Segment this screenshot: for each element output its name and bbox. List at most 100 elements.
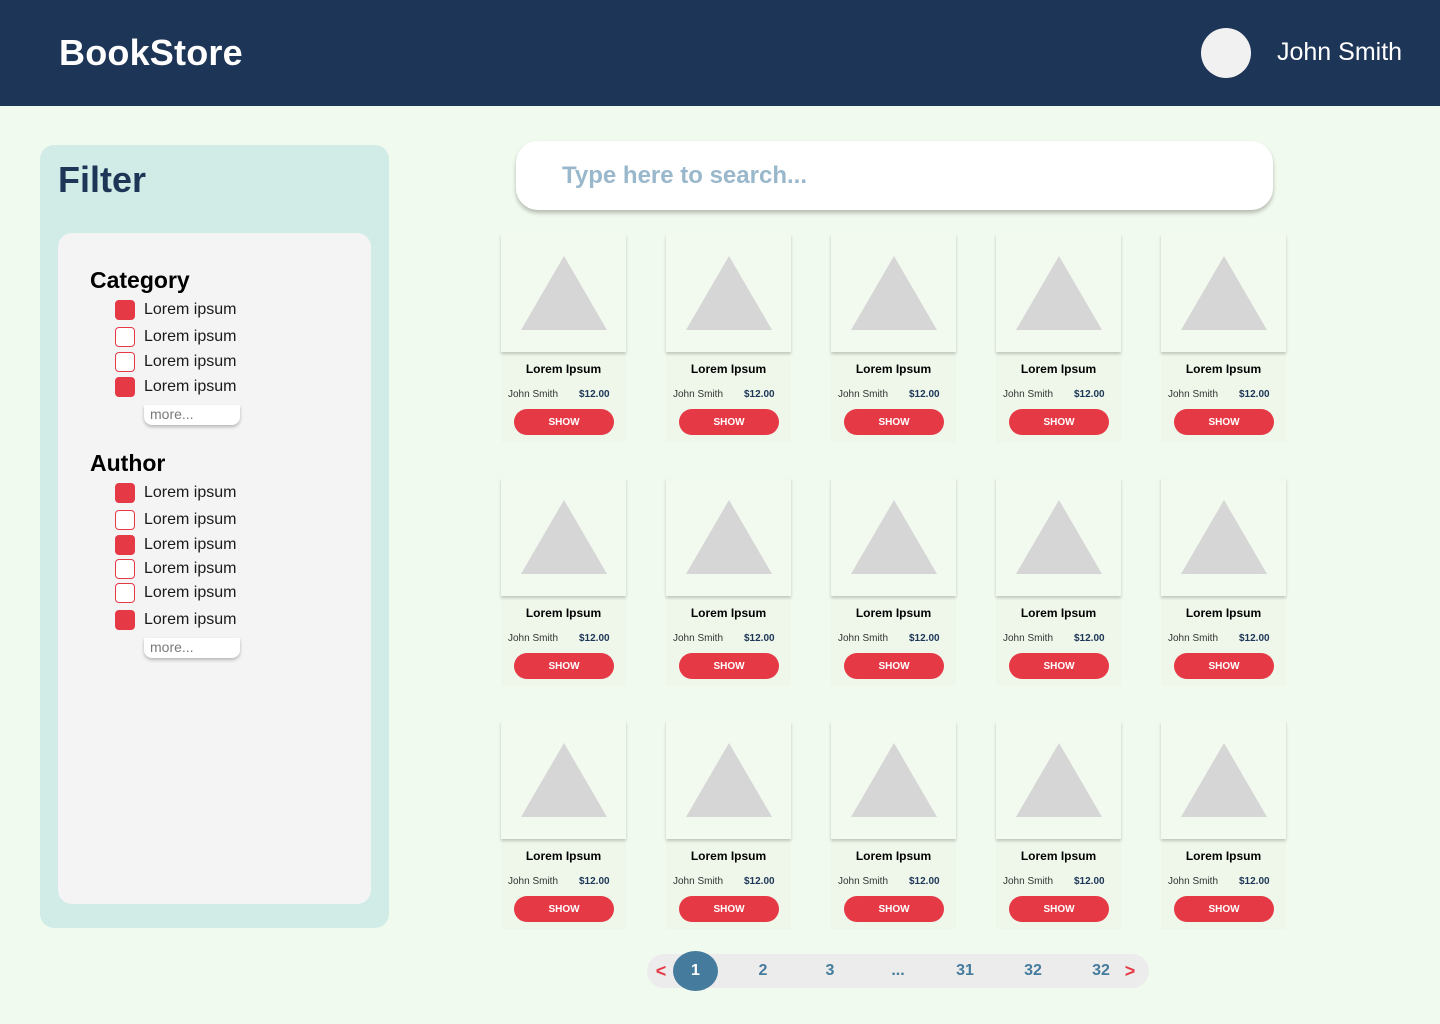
product-title: Lorem Ipsum [690, 362, 767, 376]
pagination: < 1 2 3 ... 31 32 32 > [647, 951, 1149, 991]
product-image [1161, 234, 1286, 352]
page-button[interactable]: 32 [1018, 954, 1048, 988]
product-price: $12.00 [1239, 633, 1270, 644]
product-image [666, 478, 791, 596]
image-placeholder-icon [1180, 500, 1267, 574]
author-more-button[interactable]: more... [144, 638, 240, 658]
show-button[interactable]: SHOW [514, 409, 614, 435]
product-author: John Smith [838, 876, 889, 887]
author-option[interactable]: Lorem ipsum [115, 510, 236, 530]
product-image [831, 478, 956, 596]
product-image [501, 721, 626, 839]
product-price: $12.00 [744, 876, 775, 887]
product-author: John Smith [1003, 876, 1054, 887]
image-placeholder-icon [520, 256, 607, 330]
author-option-label: Lorem ipsum [144, 611, 237, 628]
page-button[interactable]: 2 [751, 954, 775, 988]
show-button[interactable]: SHOW [514, 896, 614, 922]
page-button[interactable]: 32 [1086, 954, 1116, 988]
image-placeholder-icon [1015, 743, 1102, 817]
product-title: Lorem Ipsum [1020, 362, 1097, 376]
category-option[interactable]: Lorem ipsum [115, 327, 236, 347]
author-option[interactable]: Lorem ipsum [115, 583, 236, 603]
author-option[interactable]: Lorem ipsum [115, 535, 236, 555]
product-author: John Smith [1168, 876, 1219, 887]
category-checkbox[interactable] [115, 377, 135, 397]
product-image [666, 721, 791, 839]
show-button[interactable]: SHOW [679, 653, 779, 679]
product-card: Lorem Ipsum John Smith $12.00 SHOW [1161, 478, 1286, 686]
image-placeholder-icon [1015, 256, 1102, 330]
show-button[interactable]: SHOW [514, 653, 614, 679]
top-bar: BookStore John Smith [0, 0, 1440, 106]
show-button[interactable]: SHOW [1009, 409, 1109, 435]
show-button[interactable]: SHOW [1009, 896, 1109, 922]
category-option[interactable]: Lorem ipsum [115, 352, 236, 372]
user-avatar[interactable] [1201, 28, 1251, 78]
author-option[interactable]: Lorem ipsum [115, 610, 236, 630]
category-more-button[interactable]: more... [144, 405, 240, 425]
product-price: $12.00 [909, 633, 940, 644]
filter-title: Filter [58, 159, 147, 200]
author-option-label: Lorem ipsum [144, 584, 237, 601]
show-button[interactable]: SHOW [844, 896, 944, 922]
product-title: Lorem Ipsum [1185, 849, 1262, 863]
page-ellipsis: ... [891, 962, 905, 979]
product-image [501, 234, 626, 352]
product-card: Lorem Ipsum John Smith $12.00 SHOW [831, 721, 956, 929]
image-placeholder-icon [850, 743, 937, 817]
product-author: John Smith [1003, 389, 1054, 400]
product-card: Lorem Ipsum John Smith $12.00 SHOW [501, 721, 626, 929]
brand-logo[interactable]: BookStore [59, 32, 243, 74]
user-name[interactable]: John Smith [1277, 38, 1402, 67]
prev-page-button[interactable]: < [653, 954, 669, 988]
show-button[interactable]: SHOW [1009, 653, 1109, 679]
category-checkbox[interactable] [115, 300, 135, 320]
product-author: John Smith [1003, 633, 1054, 644]
author-checkbox[interactable] [115, 510, 135, 530]
author-option-label: Lorem ipsum [144, 484, 237, 501]
image-placeholder-icon [685, 743, 772, 817]
category-option-label: Lorem ipsum [144, 301, 237, 318]
show-button[interactable]: SHOW [1174, 896, 1274, 922]
show-button[interactable]: SHOW [844, 409, 944, 435]
show-button[interactable]: SHOW [679, 409, 779, 435]
category-option[interactable]: Lorem ipsum [115, 377, 236, 397]
product-author: John Smith [838, 389, 889, 400]
author-checkbox[interactable] [115, 559, 135, 579]
author-option[interactable]: Lorem ipsum [115, 483, 236, 503]
author-checkbox[interactable] [115, 535, 135, 555]
page-button[interactable]: 3 [818, 954, 842, 988]
author-checkbox[interactable] [115, 483, 135, 503]
next-page-button[interactable]: > [1121, 954, 1139, 988]
product-price: $12.00 [744, 633, 775, 644]
author-option-label: Lorem ipsum [144, 511, 237, 528]
filter-panel: Filter Category Lorem ipsum Lorem ipsum … [40, 145, 389, 928]
product-title: Lorem Ipsum [525, 362, 602, 376]
search-input[interactable] [562, 158, 1242, 194]
author-checkbox[interactable] [115, 583, 135, 603]
page-button-current[interactable]: 1 [673, 951, 718, 991]
category-checkbox[interactable] [115, 352, 135, 372]
show-button[interactable]: SHOW [844, 653, 944, 679]
category-checkbox[interactable] [115, 327, 135, 347]
image-placeholder-icon [520, 500, 607, 574]
author-checkbox[interactable] [115, 610, 135, 630]
product-image [996, 234, 1121, 352]
show-button[interactable]: SHOW [679, 896, 779, 922]
author-option[interactable]: Lorem ipsum [115, 559, 236, 579]
product-card: Lorem Ipsum John Smith $12.00 SHOW [996, 721, 1121, 929]
product-author: John Smith [673, 876, 724, 887]
product-price: $12.00 [1074, 389, 1105, 400]
show-button[interactable]: SHOW [1174, 409, 1274, 435]
product-author: John Smith [1168, 389, 1219, 400]
product-title: Lorem Ipsum [855, 606, 932, 620]
page-button[interactable]: 31 [950, 954, 980, 988]
product-card: Lorem Ipsum John Smith $12.00 SHOW [831, 234, 956, 442]
category-option[interactable]: Lorem ipsum [115, 300, 236, 320]
product-price: $12.00 [579, 389, 610, 400]
product-price: $12.00 [579, 876, 610, 887]
product-image [996, 478, 1121, 596]
filter-options-card: Category Lorem ipsum Lorem ipsum Lorem i… [58, 233, 371, 904]
show-button[interactable]: SHOW [1174, 653, 1274, 679]
